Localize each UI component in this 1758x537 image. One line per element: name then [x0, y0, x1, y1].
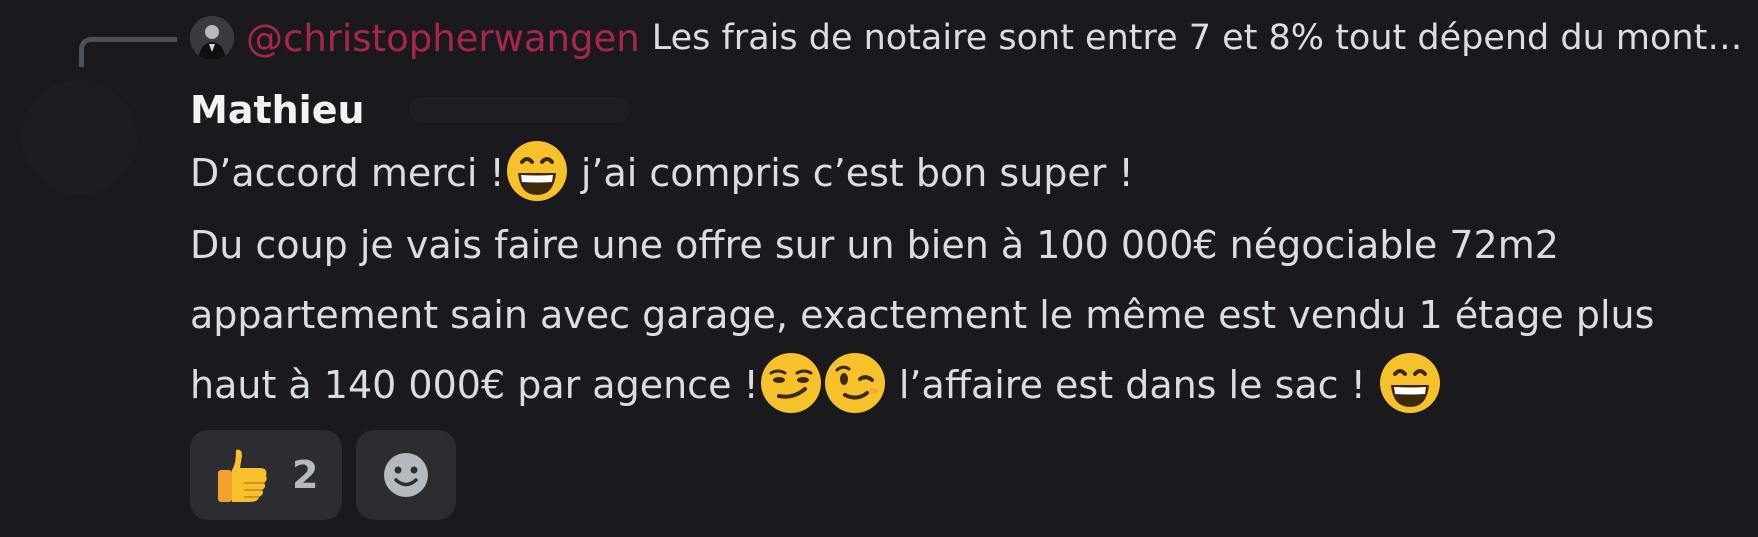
reply-preview[interactable]: @christopherwangen Les frais de notaire … — [190, 12, 1758, 64]
message-content: Mathieu D’accord merci ! j’ai compris c’… — [190, 82, 1730, 420]
message-line: Du coup je vais faire une offre sur un b… — [190, 223, 1559, 267]
grinning-face-icon — [1379, 352, 1440, 413]
reply-author[interactable]: @christopherwangen — [246, 17, 640, 60]
author-name[interactable]: Mathieu — [190, 88, 365, 132]
add-reaction-button[interactable] — [356, 430, 457, 520]
winking-face-icon — [824, 352, 885, 413]
reactions-bar: 2 — [190, 430, 457, 520]
smiley-icon — [384, 453, 429, 497]
grinning-face-icon — [506, 140, 567, 201]
message-paragraph: Du coup je vais faire une offre sur un b… — [190, 210, 1730, 420]
message-line: D’accord merci ! j’ai compris c’est bon … — [190, 138, 1730, 208]
message-line: appartement sain avec garage, exactement… — [190, 293, 1655, 337]
reply-text[interactable]: Les frais de notaire sont entre 7 et 8% … — [652, 18, 1758, 58]
message-text: j’ai compris c’est bon super ! — [568, 151, 1134, 195]
smirking-face-icon — [760, 352, 821, 413]
message-text: l’affaire est dans le sac ! — [886, 363, 1378, 407]
chat-message: @christopherwangen Les frais de notaire … — [0, 0, 1758, 537]
thumbs-up-icon — [218, 449, 267, 502]
reply-spine — [79, 37, 177, 67]
message-text: haut à 140 000€ par agence ! — [190, 363, 759, 407]
reply-avatar[interactable] — [190, 16, 234, 60]
message-line: haut à 140 000€ par agence ! l’affaire e… — [190, 350, 1730, 420]
message-text: D’accord merci ! — [190, 151, 505, 195]
reaction-count: 2 — [292, 453, 319, 497]
avatar[interactable] — [22, 80, 137, 195]
reaction-thumbs-up[interactable]: 2 — [190, 430, 343, 520]
message-header: Mathieu — [190, 82, 1730, 138]
message-timestamp — [408, 97, 629, 123]
